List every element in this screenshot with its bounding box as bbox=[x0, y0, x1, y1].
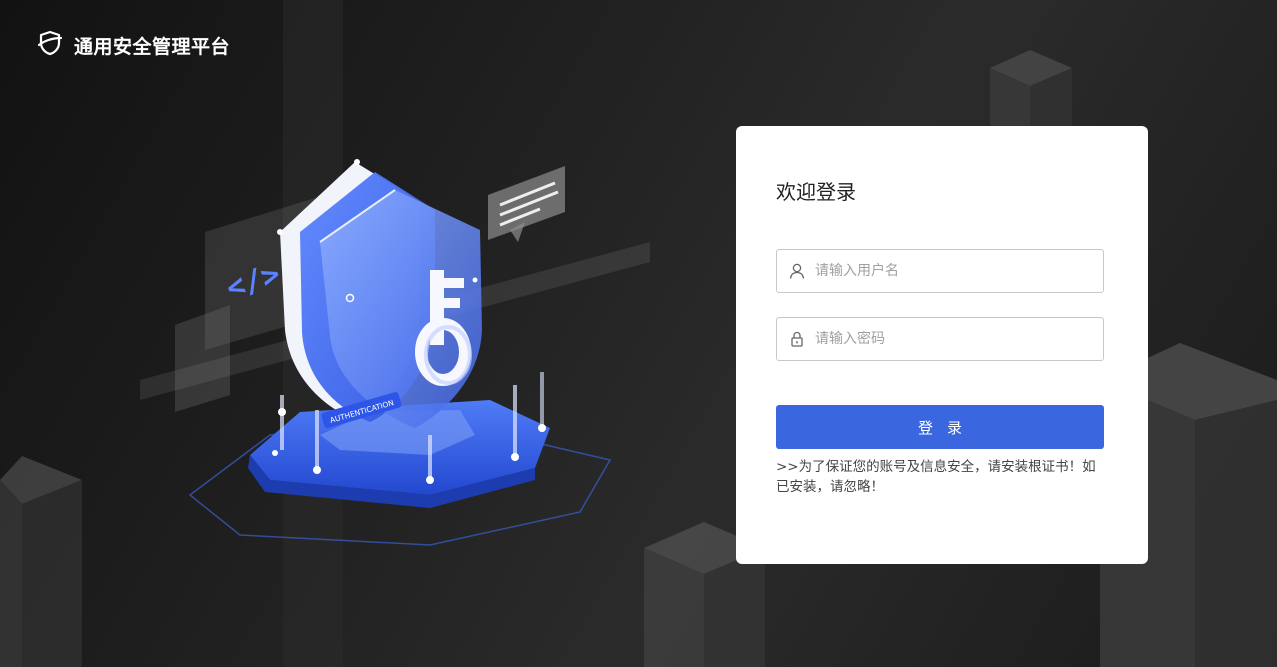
brand-header: 通用安全管理平台 bbox=[36, 30, 230, 60]
login-button[interactable]: 登录 bbox=[776, 405, 1104, 449]
cube-bottom-left bbox=[0, 456, 82, 667]
username-input[interactable] bbox=[813, 250, 1103, 292]
login-title: 欢迎登录 bbox=[776, 180, 856, 204]
login-card: 欢迎登录 登录 >>为了保证您的账号及信息安全，请安装根证书！如已安装，请忽略！ bbox=[736, 126, 1148, 564]
security-illustration: </> AUTHENTICATION bbox=[140, 159, 650, 546]
password-input[interactable] bbox=[813, 318, 1103, 360]
user-icon bbox=[789, 263, 805, 279]
cert-notice[interactable]: >>为了保证您的账号及信息安全，请安装根证书！如已安装，请忽略！ bbox=[776, 457, 1106, 497]
lock-icon bbox=[789, 331, 805, 347]
username-field[interactable] bbox=[776, 249, 1104, 293]
password-field[interactable] bbox=[776, 317, 1104, 361]
app-title: 通用安全管理平台 bbox=[74, 35, 231, 58]
install-cert-link[interactable]: >>为了保证您的账号及信息安全，请安装根证书！如已安装，请忽略！ bbox=[776, 459, 1096, 495]
shield-icon bbox=[36, 29, 64, 61]
chat-bubble-icon bbox=[488, 166, 565, 242]
